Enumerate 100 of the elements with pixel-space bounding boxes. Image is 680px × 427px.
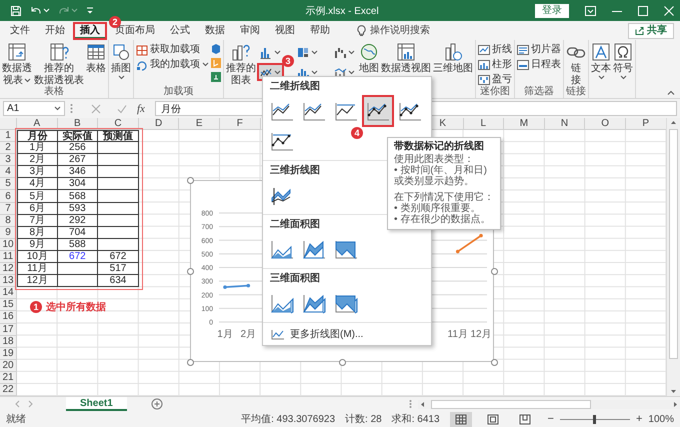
sign-in-button[interactable]: 登录 (535, 4, 569, 18)
more-line-charts-item[interactable]: 更多折线图(M)... (263, 323, 372, 345)
row-number[interactable]: 6 (0, 190, 17, 203)
group-label: 迷你图 (480, 86, 510, 97)
column-heading[interactable]: A (17, 118, 58, 130)
text-box-button[interactable]: 文本 (590, 42, 612, 86)
zoom-slider-thumb[interactable] (593, 414, 596, 424)
table-button[interactable]: 表格 (85, 42, 107, 86)
point (223, 285, 227, 289)
ribbon-display-icon[interactable] (585, 6, 596, 16)
three-d-map-button[interactable]: 三维地图 (432, 42, 474, 86)
table-cell: 6月 (17, 202, 58, 215)
ribbon-tab[interactable]: 审阅 (234, 22, 266, 38)
add-ins-button[interactable]: 我的加载项 (135, 58, 210, 71)
recommended-chart-button[interactable]: 推荐的 图表 (225, 42, 257, 86)
row-number[interactable]: 20 (0, 360, 17, 372)
chart-type-option[interactable] (363, 96, 393, 126)
table-cell: 256 (58, 142, 98, 154)
table-cell: 3月 (17, 166, 58, 178)
zoom-out-button[interactable]: − (546, 413, 556, 425)
column-heading[interactable]: O (585, 118, 626, 130)
recommended-pivot-button[interactable]: 推荐的 数据透视表 (33, 42, 85, 86)
normal-view-button[interactable] (450, 412, 472, 426)
status-statistic: 计数: 28 (345, 412, 382, 426)
resize-handle[interactable] (186, 358, 194, 366)
ribbon-tab[interactable]: 文件 (4, 22, 36, 38)
column-heading[interactable]: D (138, 118, 180, 130)
row-number[interactable]: 17 (0, 324, 17, 336)
ribbon-tab[interactable]: 视图 (269, 22, 301, 38)
people-graph-icon[interactable] (210, 71, 222, 83)
close-icon[interactable] (664, 6, 674, 16)
sparkline-win-loss-button[interactable]: 盈亏 (477, 73, 513, 86)
save-icon[interactable] (10, 4, 22, 16)
caret-icon (348, 70, 355, 74)
link-button[interactable]: 链 接 (565, 42, 587, 86)
pivot-table-button[interactable]: 数据透 视表 (1, 42, 33, 86)
ribbon-tab[interactable]: 插入 (74, 22, 106, 38)
resize-handle[interactable] (186, 268, 194, 274)
row-number[interactable]: 18 (0, 336, 17, 348)
table-cell: 12月 (17, 275, 58, 288)
axis-label: 12月 (470, 329, 492, 340)
shapes-button[interactable]: 插图 (110, 42, 132, 86)
sparkline-line-button[interactable]: 折线 (477, 43, 513, 56)
scroll-thumb[interactable] (669, 129, 678, 359)
row-number[interactable]: 12 (0, 263, 17, 276)
ribbon-tab[interactable]: 公式 (164, 22, 196, 38)
timeline-button[interactable]: 日程表 (516, 58, 562, 71)
slicer-button[interactable]: 切片器 (516, 43, 562, 56)
row-number[interactable]: 1 (0, 130, 17, 142)
row-number[interactable]: 21 (0, 372, 17, 384)
ribbon-tab[interactable]: 数据 (199, 22, 231, 38)
row-number[interactable]: 4 (0, 166, 17, 178)
table-cell: 7月 (17, 214, 58, 227)
customize-icon[interactable] (86, 6, 94, 15)
name-box[interactable]: A1 (3, 101, 65, 116)
section-heading: 三维折线图 (270, 165, 320, 177)
column-heading[interactable]: L (464, 118, 504, 130)
ribbon-tab[interactable]: 开始 (39, 22, 71, 38)
insert-function-button[interactable]: fx (132, 102, 150, 114)
add-ins-icon (136, 58, 148, 70)
column-heading[interactable]: F (220, 118, 261, 130)
sparkline-column-button[interactable]: 柱形 (477, 58, 513, 71)
line-chart-icon (269, 100, 295, 122)
row-number[interactable]: 15 (0, 299, 17, 312)
table-cell: 672 (98, 250, 139, 264)
table-cell (98, 178, 139, 190)
table-cell (98, 142, 139, 154)
table-cell: 10月 (17, 250, 58, 264)
office-add-in-icon[interactable] (210, 43, 222, 55)
column-heading[interactable]: P (626, 118, 666, 130)
table-cell: 568 (58, 190, 98, 203)
column-heading[interactable]: C (98, 118, 139, 130)
share-button[interactable]: 共享 (628, 22, 674, 38)
row-number[interactable]: 14 (0, 287, 17, 300)
row-number[interactable]: 3 (0, 154, 17, 166)
column-heading[interactable]: M (504, 118, 545, 130)
store-button[interactable]: 获取加载项 (135, 43, 210, 56)
column-heading[interactable]: E (179, 118, 220, 130)
collapse-ribbon-icon[interactable] (667, 90, 675, 95)
row-number[interactable]: 16 (0, 311, 17, 324)
ribbon-tab[interactable]: 帮助 (304, 22, 336, 38)
undo-icon[interactable] (30, 4, 42, 16)
row-number[interactable]: 13 (0, 275, 17, 288)
resize-handle[interactable] (186, 176, 194, 184)
maximize-icon[interactable] (638, 6, 648, 16)
combo-chart-icon (334, 66, 347, 78)
normal-view-icon (454, 414, 467, 424)
row-number[interactable]: 22 (0, 384, 17, 396)
tell-me-search[interactable]: 操作说明搜索 (351, 22, 436, 38)
row-number[interactable]: 2 (0, 142, 17, 154)
scroll-thumb[interactable] (431, 400, 591, 408)
add-sheet-icon[interactable] (150, 398, 163, 410)
sheet-tab[interactable]: Sheet1 (66, 397, 127, 411)
omega-symbol-button[interactable]: 符号 (612, 42, 634, 86)
column-heading[interactable]: N (544, 118, 586, 130)
row-number[interactable]: 19 (0, 348, 17, 360)
zoom-in-button[interactable]: + (634, 413, 644, 425)
row-number[interactable]: 5 (0, 178, 17, 190)
table-header-cell: 预测值 (98, 130, 139, 142)
globe-button[interactable]: 地图 (358, 42, 380, 86)
